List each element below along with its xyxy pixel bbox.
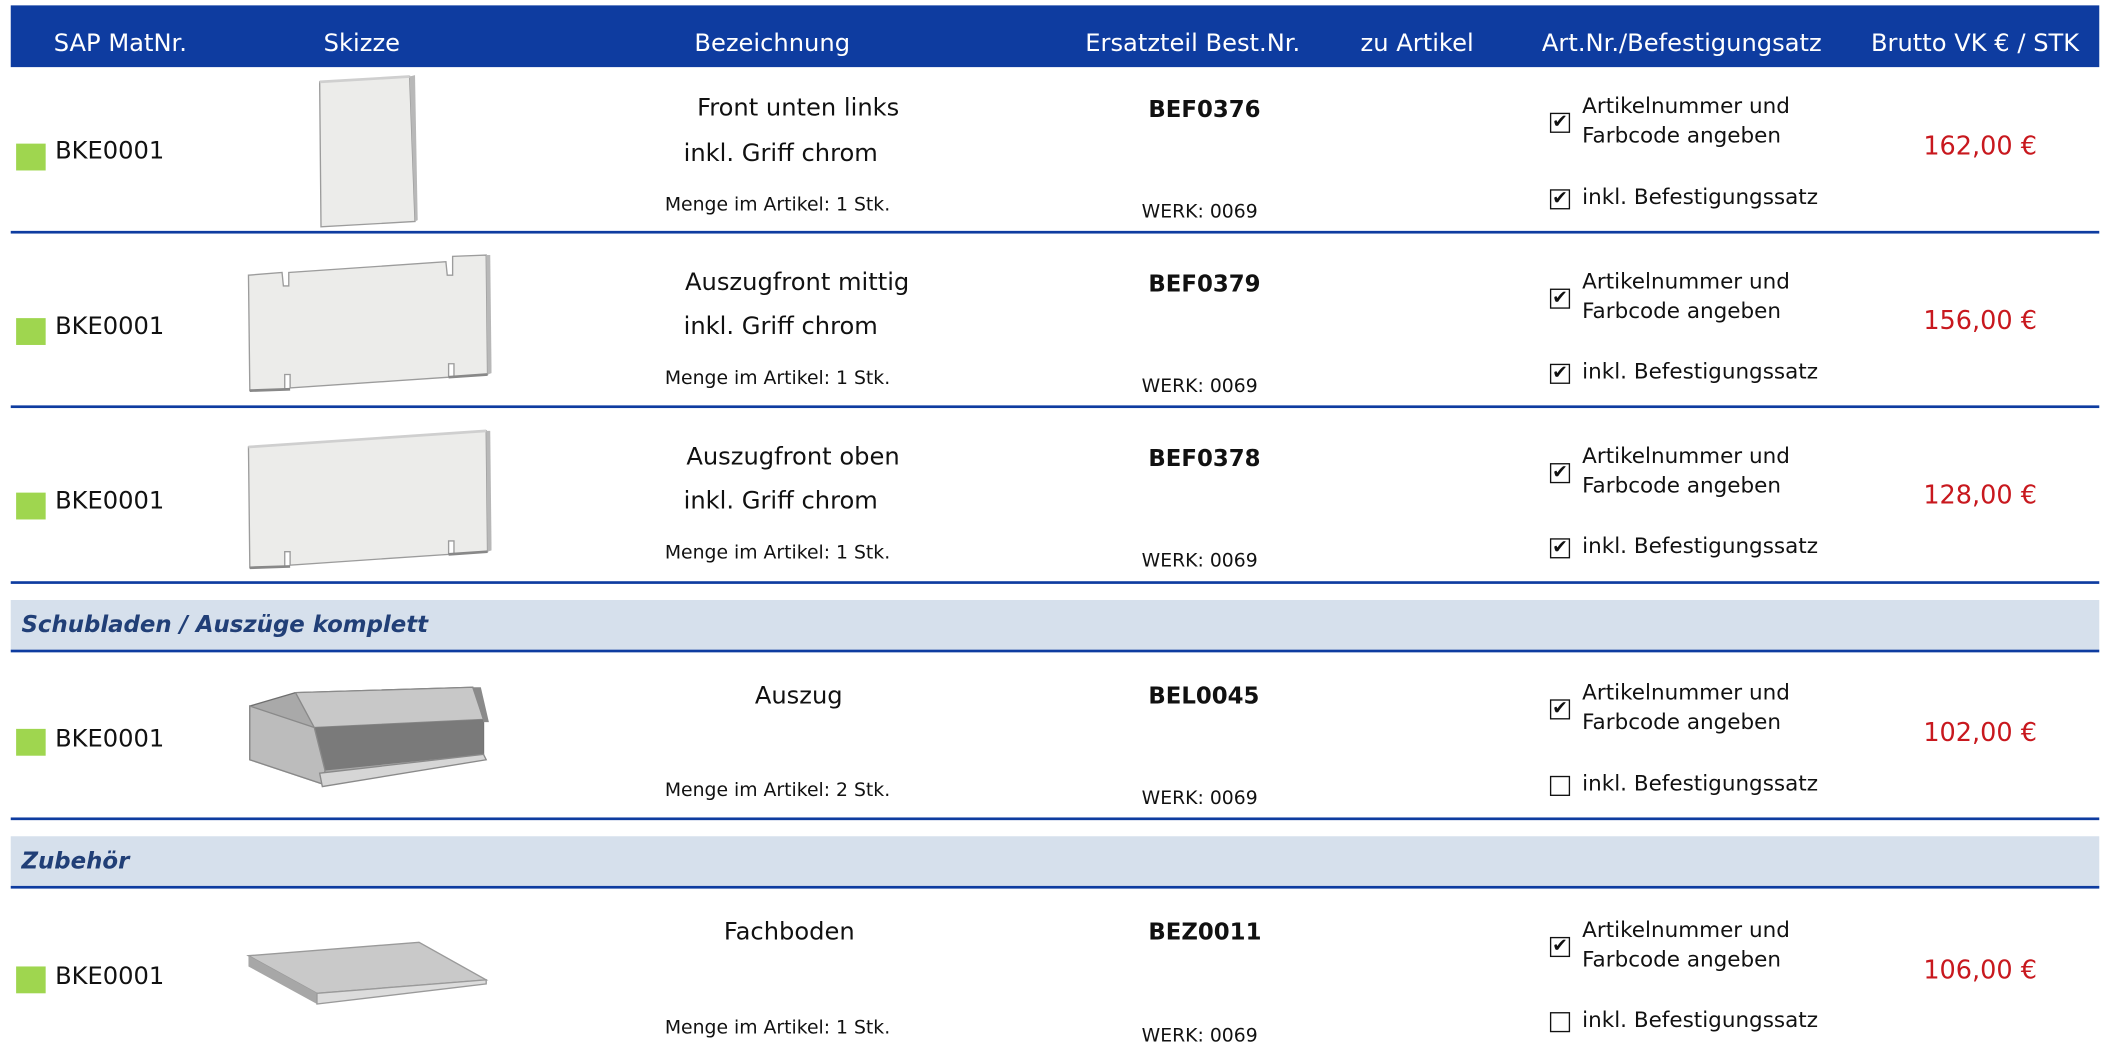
mounting-kit-checkbox-label: inkl. Befestigungssatz <box>1582 770 1818 796</box>
description-title: Front unten links <box>697 93 900 123</box>
row-divider <box>10 230 2100 234</box>
price: 106,00 € <box>1923 955 2037 986</box>
spare-part-number: BEF0379 <box>1148 271 1261 298</box>
article-number-checkbox-label: Artikelnummer und Farbcode angeben <box>1582 916 1790 972</box>
werk-text: WERK: 0069 <box>1141 787 1258 810</box>
sap-matnr: BKE0001 <box>55 312 165 341</box>
table-row: BKE0001 Auszugfront mittig inkl. Griff c… <box>0 235 2106 409</box>
description-title: Fachboden <box>723 918 855 947</box>
status-square <box>16 318 46 345</box>
description-subtitle: inkl. Griff chrom <box>683 487 878 516</box>
sketch-front-panel-icon <box>318 75 418 228</box>
spare-part-number: BEF0378 <box>1148 445 1261 473</box>
article-number-checkbox-label: Artikelnummer und Farbcode angeben <box>1582 679 1790 735</box>
mounting-kit-checkbox[interactable]: ✔ <box>1549 538 1571 559</box>
column-header-bezeichnung: Bezeichnung <box>694 29 851 58</box>
quantity-text: Menge im Artikel: 1 Stk. <box>664 367 891 390</box>
quantity-text: Menge im Artikel: 2 Stk. <box>664 779 891 802</box>
sap-matnr: BKE0001 <box>55 724 165 754</box>
section-header-drawers: Schubladen / Auszüge komplett <box>10 600 2100 652</box>
section-header-accessories: Zubehör <box>10 836 2100 888</box>
werk-text: WERK: 0069 <box>1141 1025 1258 1047</box>
row-divider <box>10 405 2100 409</box>
status-square <box>16 728 46 756</box>
status-square <box>16 492 46 520</box>
article-number-checkbox[interactable]: ✔ <box>1549 289 1571 309</box>
price: 162,00 € <box>1923 131 2037 162</box>
row-divider <box>10 817 2100 821</box>
sap-matnr: BKE0001 <box>55 962 165 991</box>
mounting-kit-checkbox-label: inkl. Befestigungssatz <box>1582 1006 1818 1033</box>
column-header-ersatzteil: Ersatzteil Best.Nr. <box>1085 29 1301 58</box>
article-number-checkbox[interactable]: ✔ <box>1549 463 1571 484</box>
mounting-kit-checkbox[interactable]: ✔ <box>1549 189 1571 210</box>
quantity-text: Menge im Artikel: 1 Stk. <box>664 1017 891 1039</box>
article-number-checkbox[interactable]: ✔ <box>1549 112 1571 133</box>
status-square <box>16 143 46 171</box>
sketch-drawer-front-icon <box>247 254 492 392</box>
werk-text: WERK: 0069 <box>1141 201 1258 223</box>
description-title: Auszugfront oben <box>686 442 900 472</box>
article-number-checkbox[interactable]: ✔ <box>1549 699 1571 720</box>
quantity-text: Menge im Artikel: 1 Stk. <box>664 194 891 217</box>
table-row: BKE0001 Fachboden Menge im Artikel: 1 St… <box>0 889 2106 1051</box>
column-header-preis: Brutto VK € / STK <box>1870 29 2080 58</box>
mounting-kit-checkbox-label: inkl. Befestigungssatz <box>1582 358 1818 384</box>
sketch-shelf-board-icon <box>246 941 489 1005</box>
mounting-kit-checkbox[interactable] <box>1549 775 1571 796</box>
sap-matnr: BKE0001 <box>55 136 165 166</box>
sketch-drawer-front-top-icon <box>247 429 492 570</box>
price: 156,00 € <box>1923 306 2037 336</box>
mounting-kit-checkbox-label: inkl. Befestigungssatz <box>1582 183 1818 210</box>
price: 102,00 € <box>1923 718 2037 748</box>
mounting-kit-checkbox[interactable] <box>1549 1012 1571 1033</box>
mounting-kit-checkbox[interactable]: ✔ <box>1549 363 1571 384</box>
spare-part-number: BEF0376 <box>1148 96 1261 124</box>
table-header: SAP MatNr. Skizze Bezeichnung Ersatzteil… <box>10 5 2100 68</box>
status-square <box>16 966 46 994</box>
description-subtitle: inkl. Griff chrom <box>683 312 878 341</box>
column-header-artnr: Art.Nr./Befestigungsatz <box>1541 29 1822 58</box>
quantity-text: Menge im Artikel: 1 Stk. <box>664 542 891 564</box>
article-number-checkbox[interactable]: ✔ <box>1549 936 1571 958</box>
werk-text: WERK: 0069 <box>1141 375 1258 398</box>
mounting-kit-checkbox-label: inkl. Befestigungssatz <box>1582 532 1818 559</box>
table-row: BKE0001 Auszugfront oben inkl. Griff chr… <box>0 409 2106 583</box>
section-title: Zubehör <box>21 848 130 876</box>
spare-part-number: BEZ0011 <box>1148 919 1262 947</box>
sap-matnr: BKE0001 <box>55 487 165 516</box>
description-title: Auszugfront mittig <box>684 268 910 297</box>
column-header-zu-artikel: zu Artikel <box>1360 29 1474 58</box>
description-title: Auszug <box>754 681 843 711</box>
spare-part-number: BEL0045 <box>1148 683 1260 711</box>
column-header-skizze: Skizze <box>323 29 401 58</box>
section-title: Schubladen / Auszüge komplett <box>21 612 429 639</box>
sketch-drawer-box-icon <box>249 686 489 788</box>
article-number-checkbox-label: Artikelnummer und Farbcode angeben <box>1582 268 1790 324</box>
column-header-sap: SAP MatNr. <box>53 29 187 58</box>
description-subtitle: inkl. Griff chrom <box>683 139 878 168</box>
table-row: BKE0001 Front unten links inkl. Griff ch… <box>0 67 2106 235</box>
werk-text: WERK: 0069 <box>1141 550 1258 572</box>
row-divider <box>10 581 2100 584</box>
price: 128,00 € <box>1923 480 2037 511</box>
table-row: BKE0001 Auszug Menge im Artikel: 2 Stk. … <box>0 652 2106 821</box>
article-number-checkbox-label: Artikelnummer und Farbcode angeben <box>1582 92 1790 148</box>
article-number-checkbox-label: Artikelnummer und Farbcode angeben <box>1582 442 1790 498</box>
